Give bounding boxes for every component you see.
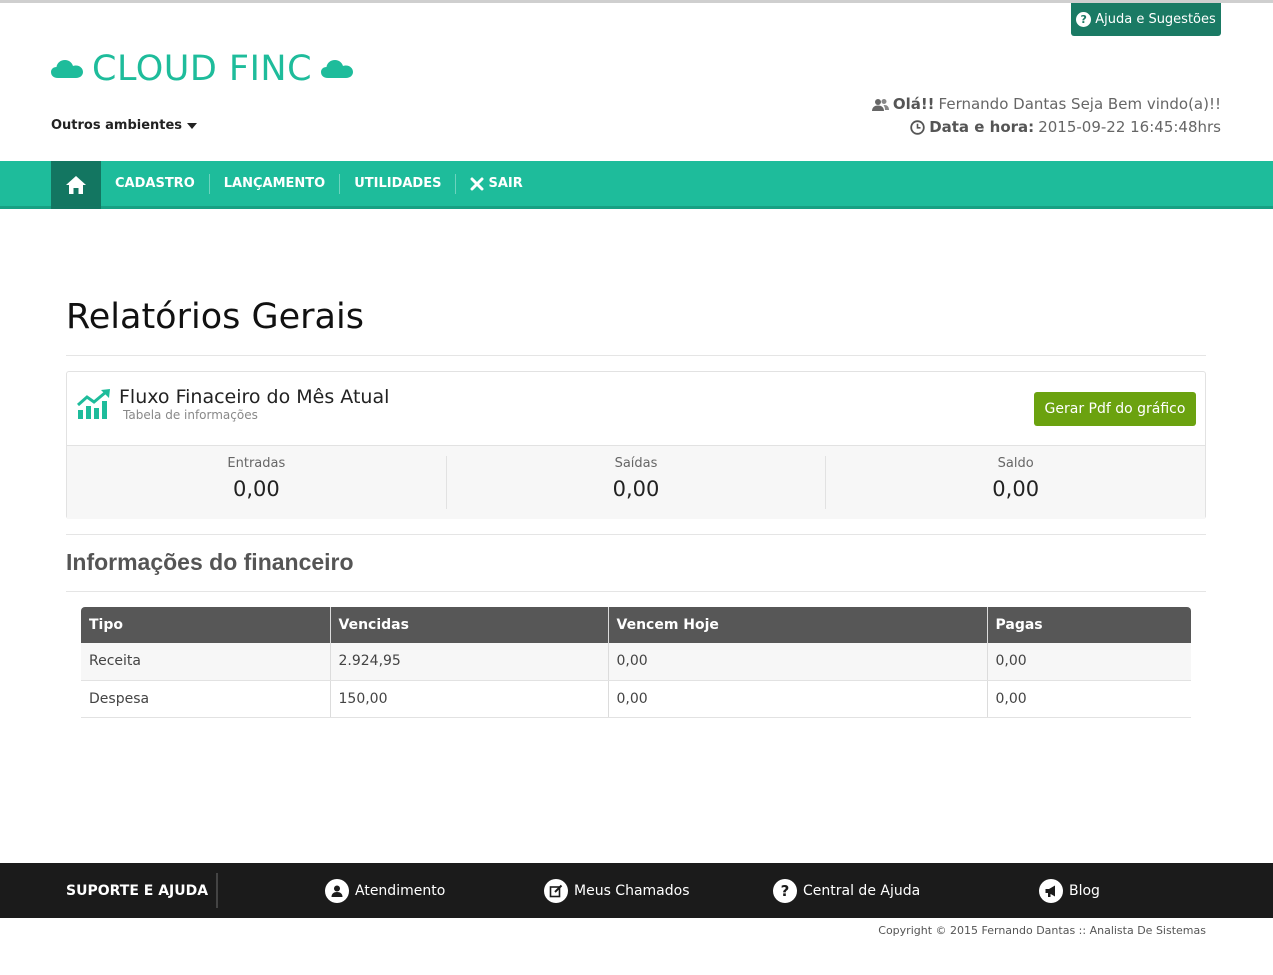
stat-value: 0,00 — [612, 477, 660, 501]
table-cell: 0,00 — [607, 680, 987, 718]
panel-header: Fluxo Finaceiro do Mês Atual Tabela de i… — [67, 372, 1205, 446]
nav-lancamento[interactable]: LANÇAMENTO — [208, 173, 339, 194]
generate-pdf-button[interactable]: Gerar Pdf do gráfico — [1034, 392, 1196, 426]
stat-value: 0,00 — [992, 477, 1040, 501]
footer-link-atendimento[interactable]: Atendimento — [325, 863, 445, 918]
nav-cadastro[interactable]: CADASTRO — [101, 174, 209, 194]
support-label: SUPORTE E AJUDA — [66, 882, 209, 899]
footer-link-label: Central de Ajuda — [803, 882, 921, 899]
page-title: Relatórios Gerais — [66, 297, 364, 337]
footer-separator — [216, 873, 218, 908]
nav-label: CADASTRO — [115, 176, 195, 191]
logo-text: CLOUD FINC — [92, 49, 313, 89]
divider — [66, 534, 1206, 535]
nav-utilidades[interactable]: UTILIDADES — [339, 173, 455, 194]
column-header: Pagas — [986, 607, 1191, 643]
user-icon — [325, 878, 349, 903]
divider — [66, 355, 1206, 356]
question-icon: ? — [773, 878, 797, 903]
other-environments-dropdown[interactable]: Outros ambientes — [51, 118, 198, 133]
logo[interactable]: CLOUD FINC — [51, 46, 354, 92]
footer-link-blog[interactable]: Blog — [1039, 863, 1100, 918]
stats-row: Entradas 0,00 Saídas 0,00 Saldo 0,00 — [67, 446, 1205, 519]
table-cell: Receita — [81, 643, 330, 681]
stat-saidas: Saídas 0,00 — [445, 456, 826, 509]
stat-label: Saldo — [997, 456, 1034, 471]
finance-table: Tipo Vencidas Vencem Hoje Pagas Receita … — [81, 607, 1191, 718]
section-title: Informações do financeiro — [66, 549, 354, 575]
close-icon — [470, 177, 484, 190]
stat-entradas: Entradas 0,00 — [67, 446, 446, 519]
other-environments-label: Outros ambientes — [51, 118, 183, 133]
greeting-text: Fernando Dantas Seja Bem vindo(a)!! — [938, 95, 1221, 113]
panel-subtitle: Tabela de informações — [123, 408, 258, 422]
table-cell: 0,00 — [607, 643, 987, 681]
nav-label: UTILIDADES — [354, 176, 442, 191]
nav-sair[interactable]: SAIR — [455, 173, 536, 194]
stat-saldo: Saldo 0,00 — [825, 456, 1205, 509]
column-header: Vencem Hoje — [607, 607, 987, 643]
cloud-icon — [51, 60, 83, 78]
edit-icon — [544, 878, 568, 903]
chart-up-icon — [77, 389, 110, 419]
nav-label: SAIR — [488, 176, 523, 191]
users-icon — [871, 98, 889, 111]
table-header-row: Tipo Vencidas Vencem Hoje Pagas — [81, 607, 1191, 643]
megaphone-icon — [1039, 878, 1063, 903]
user-greeting: Olá!! Fernando Dantas Seja Bem vindo(a)!… — [871, 93, 1221, 139]
help-suggestions-button[interactable]: ? Ajuda e Sugestões — [1071, 3, 1221, 36]
table-cell: 0,00 — [986, 643, 1191, 681]
main-navbar: CADASTRO LANÇAMENTO UTILIDADES SAIR — [0, 161, 1273, 209]
question-icon: ? — [1076, 12, 1092, 27]
column-header: Tipo — [81, 607, 330, 643]
copyright: Copyright © 2015 Fernando Dantas :: Anal… — [878, 924, 1206, 937]
stat-value: 0,00 — [232, 477, 280, 501]
footer-link-label: Blog — [1069, 882, 1100, 899]
table-cell: 2.924,95 — [329, 643, 608, 681]
footer-link-meus-chamados[interactable]: Meus Chamados — [544, 863, 690, 918]
footer-link-central-de-ajuda[interactable]: ? Central de Ajuda — [773, 863, 920, 918]
panel-title: Fluxo Finaceiro do Mês Atual — [119, 386, 390, 408]
datetime-label: Data e hora: — [929, 118, 1035, 136]
footer-link-label: Atendimento — [355, 882, 446, 899]
table-row: Despesa 150,00 0,00 0,00 — [81, 680, 1191, 718]
home-icon — [66, 176, 86, 194]
greeting-bold: Olá!! — [892, 95, 935, 113]
divider — [66, 591, 1206, 592]
table-cell: Despesa — [81, 680, 330, 718]
help-button-label: Ajuda e Sugestões — [1095, 12, 1216, 27]
cashflow-panel: Fluxo Finaceiro do Mês Atual Tabela de i… — [66, 371, 1206, 519]
clock-icon — [910, 120, 925, 135]
nav-home[interactable] — [51, 161, 101, 209]
stat-label: Saídas — [614, 456, 658, 471]
datetime-value: 2015-09-22 16:45:48hrs — [1038, 118, 1221, 136]
stat-label: Entradas — [227, 456, 286, 471]
cloud-icon — [321, 60, 354, 78]
nav-label: LANÇAMENTO — [223, 176, 326, 191]
caret-down-icon — [187, 122, 198, 129]
table-cell: 150,00 — [329, 680, 608, 718]
table-cell: 0,00 — [986, 680, 1191, 718]
column-header: Vencidas — [329, 607, 608, 643]
footer-link-label: Meus Chamados — [574, 882, 690, 899]
footer: SUPORTE E AJUDA Atendimento Meus Chamado… — [0, 863, 1273, 918]
table-row: Receita 2.924,95 0,00 0,00 — [81, 643, 1191, 681]
